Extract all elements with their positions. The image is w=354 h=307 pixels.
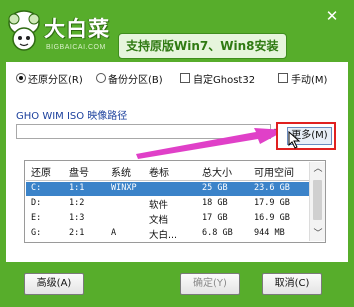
table-row[interactable]: D: 1:2 软件 18 GB 17.9 GB <box>26 197 309 211</box>
cell-total: 18 GB <box>202 198 228 208</box>
cell-total: 17 GB <box>202 213 228 223</box>
logo-subtitle: BIGBAICAI.COM <box>46 44 106 51</box>
cell-free: 16.9 GB <box>254 213 290 223</box>
table-scrollbar[interactable]: ︿ ﹀ <box>309 162 325 241</box>
cell-label: 软件 <box>149 200 169 211</box>
backup-partition-radio[interactable]: 备份分区(B) <box>96 71 163 86</box>
column-header-label[interactable]: 卷标 <box>149 164 169 179</box>
annotation-arrow-icon <box>136 128 286 159</box>
cell-disk: 1:2 <box>69 198 85 208</box>
title-bar: 大白菜 BIGBAICAI.COM 支持原版Win7、Win8安装 ✕ <box>0 0 354 62</box>
restore-partition-label: 还原分区(R) <box>28 74 83 86</box>
close-icon: ✕ <box>325 7 339 25</box>
column-header-free-space[interactable]: 可用空间 <box>254 164 294 179</box>
cell-restore: E: <box>31 213 42 223</box>
cell-total: 6.8 GB <box>202 228 233 238</box>
table-row[interactable]: C: 1:1 WINXP 25 GB 23.6 GB <box>26 182 309 196</box>
manual-checkbox[interactable]: 手动(M) <box>278 71 328 86</box>
more-button-highlight: 更多(M) <box>276 122 336 150</box>
cell-system: WINXP <box>111 183 137 193</box>
main-panel: 还原分区(R) 备份分区(B) 自定Ghost32 手动(M) GHO WIM … <box>6 62 348 262</box>
cell-label: 大白... <box>149 230 178 241</box>
column-header-system[interactable]: 系统 <box>111 164 131 179</box>
manual-label: 手动(M) <box>291 74 328 86</box>
close-button[interactable]: ✕ <box>321 6 343 26</box>
chevron-up-icon[interactable]: ︿ <box>310 162 325 176</box>
advanced-button[interactable]: 高级(A) <box>24 273 84 295</box>
button-bar: 高级(A) 确定(Y) 取消(C) <box>0 262 354 307</box>
cell-label: 文档 <box>149 215 169 226</box>
custom-ghost-checkbox[interactable]: 自定Ghost32 <box>180 71 256 86</box>
table-header: 还原 盘号 系统 卷标 总大小 可用空间 <box>26 162 309 181</box>
mouse-pointer-icon <box>288 131 301 149</box>
cell-free: 17.9 GB <box>254 198 290 208</box>
cell-free: 944 MB <box>254 228 285 238</box>
partition-table: 还原 盘号 系统 卷标 总大小 可用空间 C: 1:1 WINXP 25 GB … <box>24 160 326 243</box>
ok-button[interactable]: 确定(Y) <box>180 273 240 295</box>
cell-restore: C: <box>31 183 42 193</box>
chevron-down-icon[interactable]: ﹀ <box>310 227 325 241</box>
slogan-badge: 支持原版Win7、Win8安装 <box>118 33 287 59</box>
cell-disk: 1:1 <box>69 183 85 193</box>
column-header-restore[interactable]: 还原 <box>31 164 51 179</box>
radio-selected-icon <box>16 73 26 83</box>
cancel-button[interactable]: 取消(C) <box>262 273 322 295</box>
cell-restore: D: <box>31 198 42 208</box>
image-path-label: GHO WIM ISO 映像路径 <box>16 111 128 122</box>
cell-restore: G: <box>31 228 42 238</box>
checkbox-icon <box>180 73 190 83</box>
cell-disk: 2:1 <box>69 228 85 238</box>
checkbox-icon <box>278 73 288 83</box>
radio-icon <box>96 73 106 83</box>
cell-free: 23.6 GB <box>254 183 290 193</box>
logo: 大白菜 BIGBAICAI.COM <box>6 7 116 57</box>
column-header-disk[interactable]: 盘号 <box>69 164 89 179</box>
cell-disk: 1:3 <box>69 213 85 223</box>
restore-partition-radio[interactable]: 还原分区(R) <box>16 71 83 86</box>
cell-total: 25 GB <box>202 183 228 193</box>
logo-title: 大白菜 <box>44 17 110 41</box>
backup-partition-label: 备份分区(B) <box>108 74 163 86</box>
installer-window: 大白菜 BIGBAICAI.COM 支持原版Win7、Win8安装 ✕ 还原分区… <box>0 0 354 307</box>
cabbage-mascot-icon <box>8 10 40 51</box>
table-row[interactable]: E: 1:3 文档 17 GB 16.9 GB <box>26 212 309 226</box>
cell-system: A <box>111 228 117 238</box>
table-row[interactable]: G: 2:1 A 大白... 6.8 GB 944 MB <box>26 227 309 241</box>
custom-ghost-label: 自定Ghost32 <box>193 74 256 86</box>
scrollbar-thumb[interactable] <box>313 180 322 220</box>
column-header-total-size[interactable]: 总大小 <box>202 164 232 179</box>
